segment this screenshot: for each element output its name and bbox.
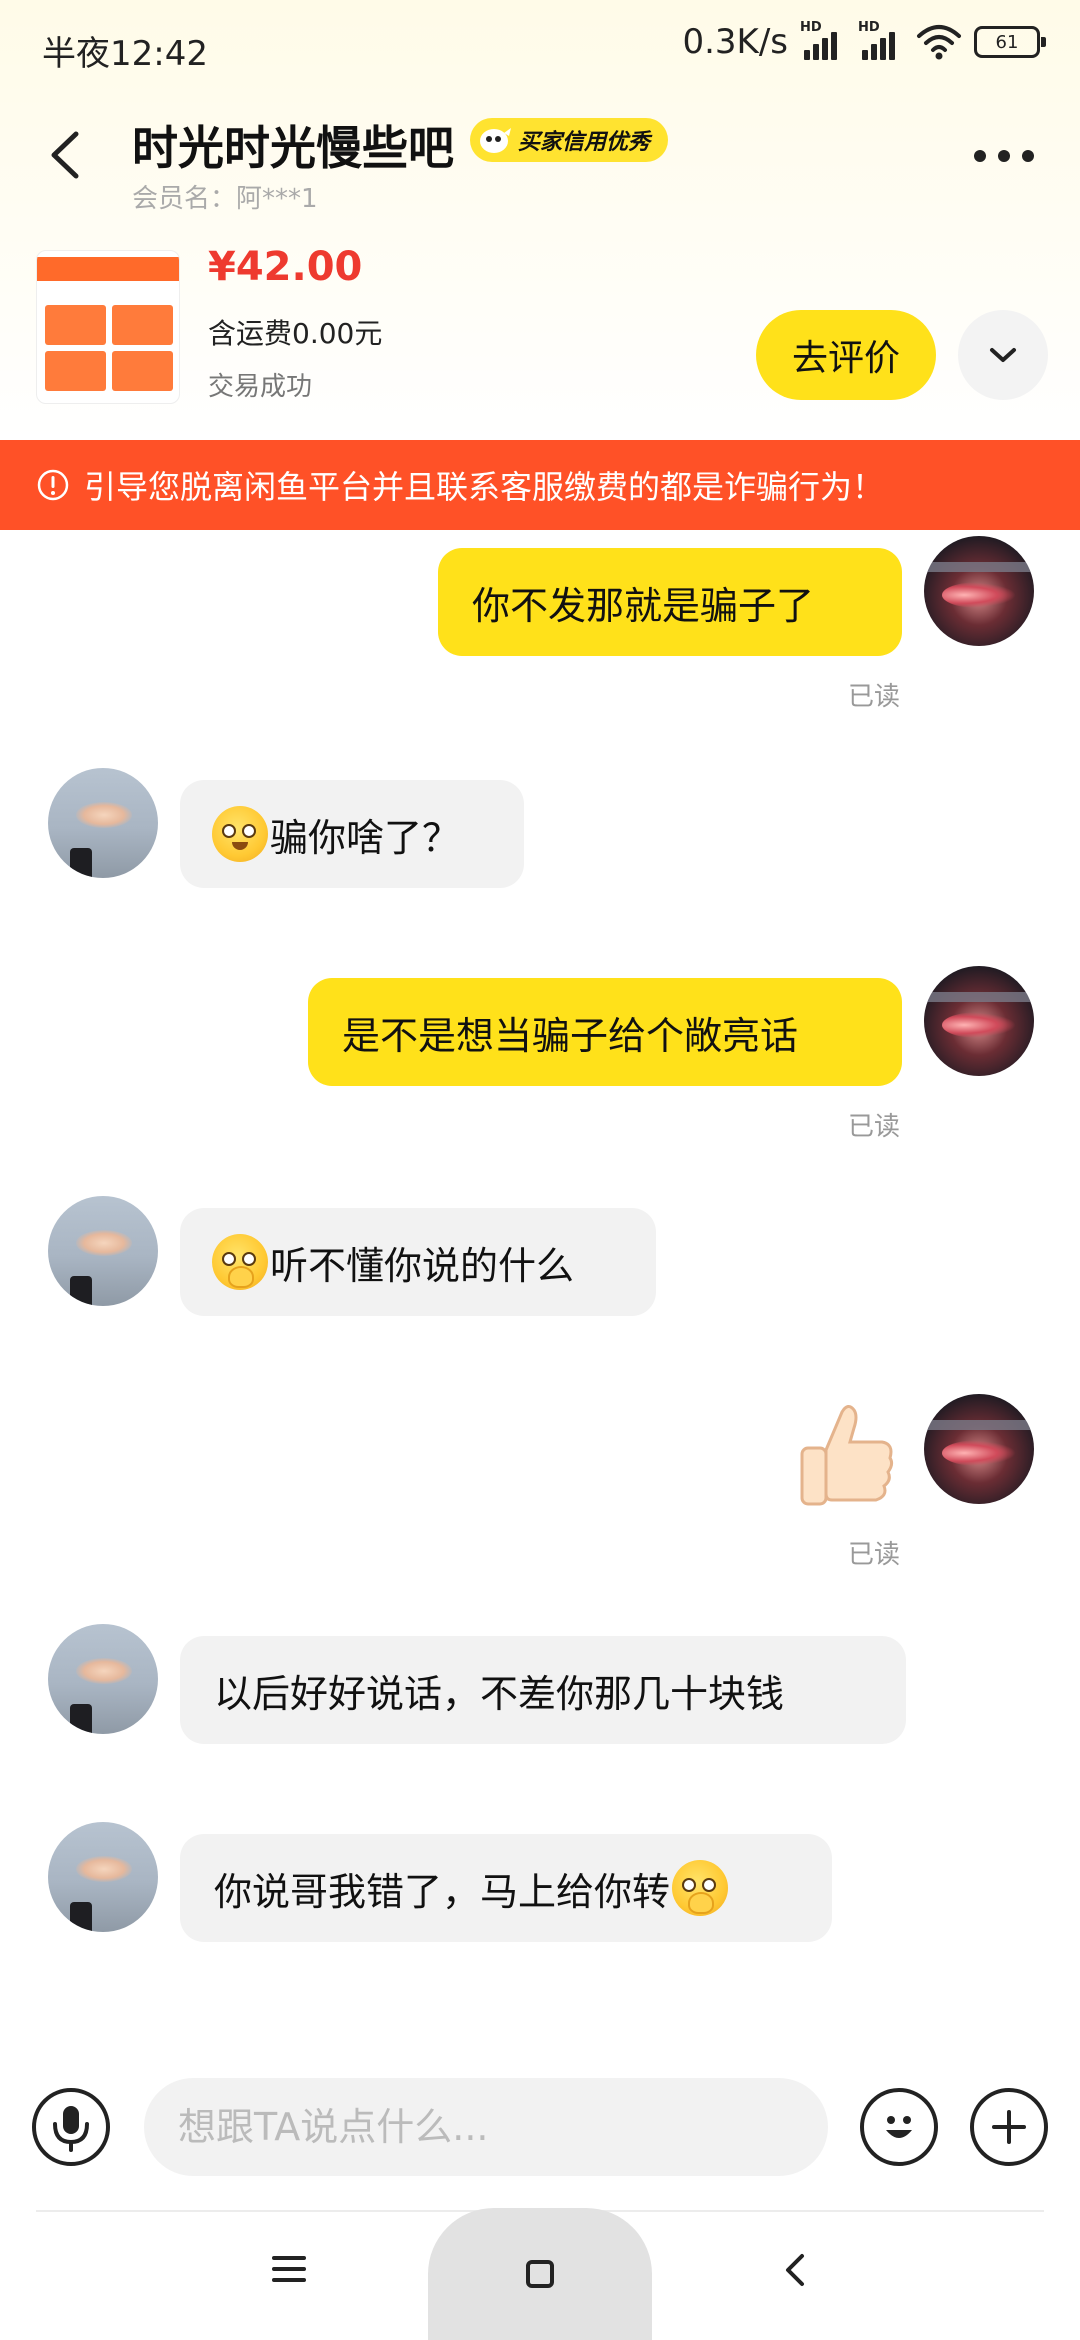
credit-badge-label: 买家信用优秀 (518, 130, 651, 155)
emoji-icon (886, 2116, 912, 2138)
expand-button[interactable] (958, 310, 1048, 400)
status-time: 半夜12:42 (42, 34, 208, 74)
message-text: 听不懂你说的什么 (270, 1243, 575, 1288)
product-thumbnail[interactable] (36, 250, 180, 404)
fish-mascot-icon (480, 128, 511, 153)
microphone-icon (53, 2106, 89, 2152)
review-button[interactable]: 去评价 (756, 310, 936, 400)
back-arrow-icon[interactable] (36, 120, 96, 190)
my-avatar[interactable] (924, 1394, 1034, 1504)
message-bubble-received[interactable]: 你说哥我错了，马上给你转 (180, 1834, 832, 1942)
product-price: ¥42.00 (208, 244, 363, 290)
emoji-button[interactable] (860, 2088, 938, 2166)
status-indicators: 0.3K/s HD HD 61 (682, 20, 1046, 62)
contact-avatar[interactable] (48, 768, 158, 878)
face-holding-back-tears-icon (672, 1860, 729, 1916)
my-avatar[interactable] (924, 536, 1034, 646)
message-bubble-sent[interactable]: 你不发那就是骗子了 (438, 548, 902, 656)
message-bubble-received[interactable]: 以后好好说话，不差你那几十块钱 (180, 1636, 906, 1744)
member-name: 会员名：阿***1 (132, 184, 318, 214)
chevron-down-icon (990, 348, 1016, 362)
message-bubble-sent[interactable]: 是不是想当骗子给个敞亮话 (308, 978, 902, 1086)
message-bubble-received[interactable]: 听不懂你说的什么 (180, 1208, 656, 1316)
wifi-icon (917, 25, 961, 60)
my-avatar[interactable] (924, 966, 1034, 1076)
pleading-face-icon (212, 806, 268, 862)
home-button[interactable] (428, 2208, 652, 2340)
more-icon[interactable] (964, 138, 1044, 174)
read-receipt: 已读 (848, 1540, 901, 1570)
read-receipt: 已读 (848, 682, 901, 712)
network-speed: 0.3K/s (682, 22, 788, 62)
battery-indicator: 61 (974, 26, 1046, 58)
message-bubble-received[interactable]: 骗你啥了？ (180, 780, 524, 888)
home-icon (526, 2260, 554, 2288)
message-text: 是不是想当骗子给个敞亮话 (342, 1013, 799, 1058)
contact-avatar[interactable] (48, 1196, 158, 1306)
signal-icon: HD (800, 20, 846, 62)
signal-icon: HD (858, 20, 904, 62)
nav-back-icon[interactable] (780, 2248, 810, 2292)
more-actions-button[interactable] (970, 2088, 1048, 2166)
message-input[interactable] (144, 2078, 828, 2176)
status-bar: 半夜12:42 0.3K/s HD HD 61 (0, 0, 1080, 100)
chat-title[interactable]: 时光时光慢些吧 (132, 112, 454, 178)
message-text: 你不发那就是骗子了 (472, 583, 815, 628)
contact-avatar[interactable] (48, 1822, 158, 1932)
message-text: 骗你啥了？ (270, 815, 461, 860)
face-holding-back-tears-icon (212, 1234, 268, 1290)
voice-button[interactable] (32, 2088, 110, 2166)
chat-screen: 半夜12:42 0.3K/s HD HD 61 时光时光慢些吧 买家信用优秀 会… (0, 0, 1080, 2340)
thumbs-up-icon[interactable] (796, 1402, 896, 1512)
credit-badge[interactable]: 买家信用优秀 (470, 118, 669, 162)
contact-avatar[interactable] (48, 1624, 158, 1734)
message-text: 以后好好说话，不差你那几十块钱 (214, 1671, 785, 1716)
read-receipt: 已读 (848, 1112, 901, 1142)
product-status: 交易成功 (208, 372, 313, 402)
warning-icon (37, 469, 69, 501)
warning-text: 引导您脱离闲鱼平台并且联系客服缴费的都是诈骗行为！ (84, 468, 885, 506)
product-shipping: 含运费0.00元 (208, 317, 383, 350)
plus-icon (992, 2110, 1026, 2144)
message-text: 你说哥我错了，马上给你转 (214, 1869, 671, 1914)
fraud-warning-banner: 引导您脱离闲鱼平台并且联系客服缴费的都是诈骗行为！ (0, 440, 1080, 530)
menu-icon[interactable] (272, 2256, 306, 2282)
